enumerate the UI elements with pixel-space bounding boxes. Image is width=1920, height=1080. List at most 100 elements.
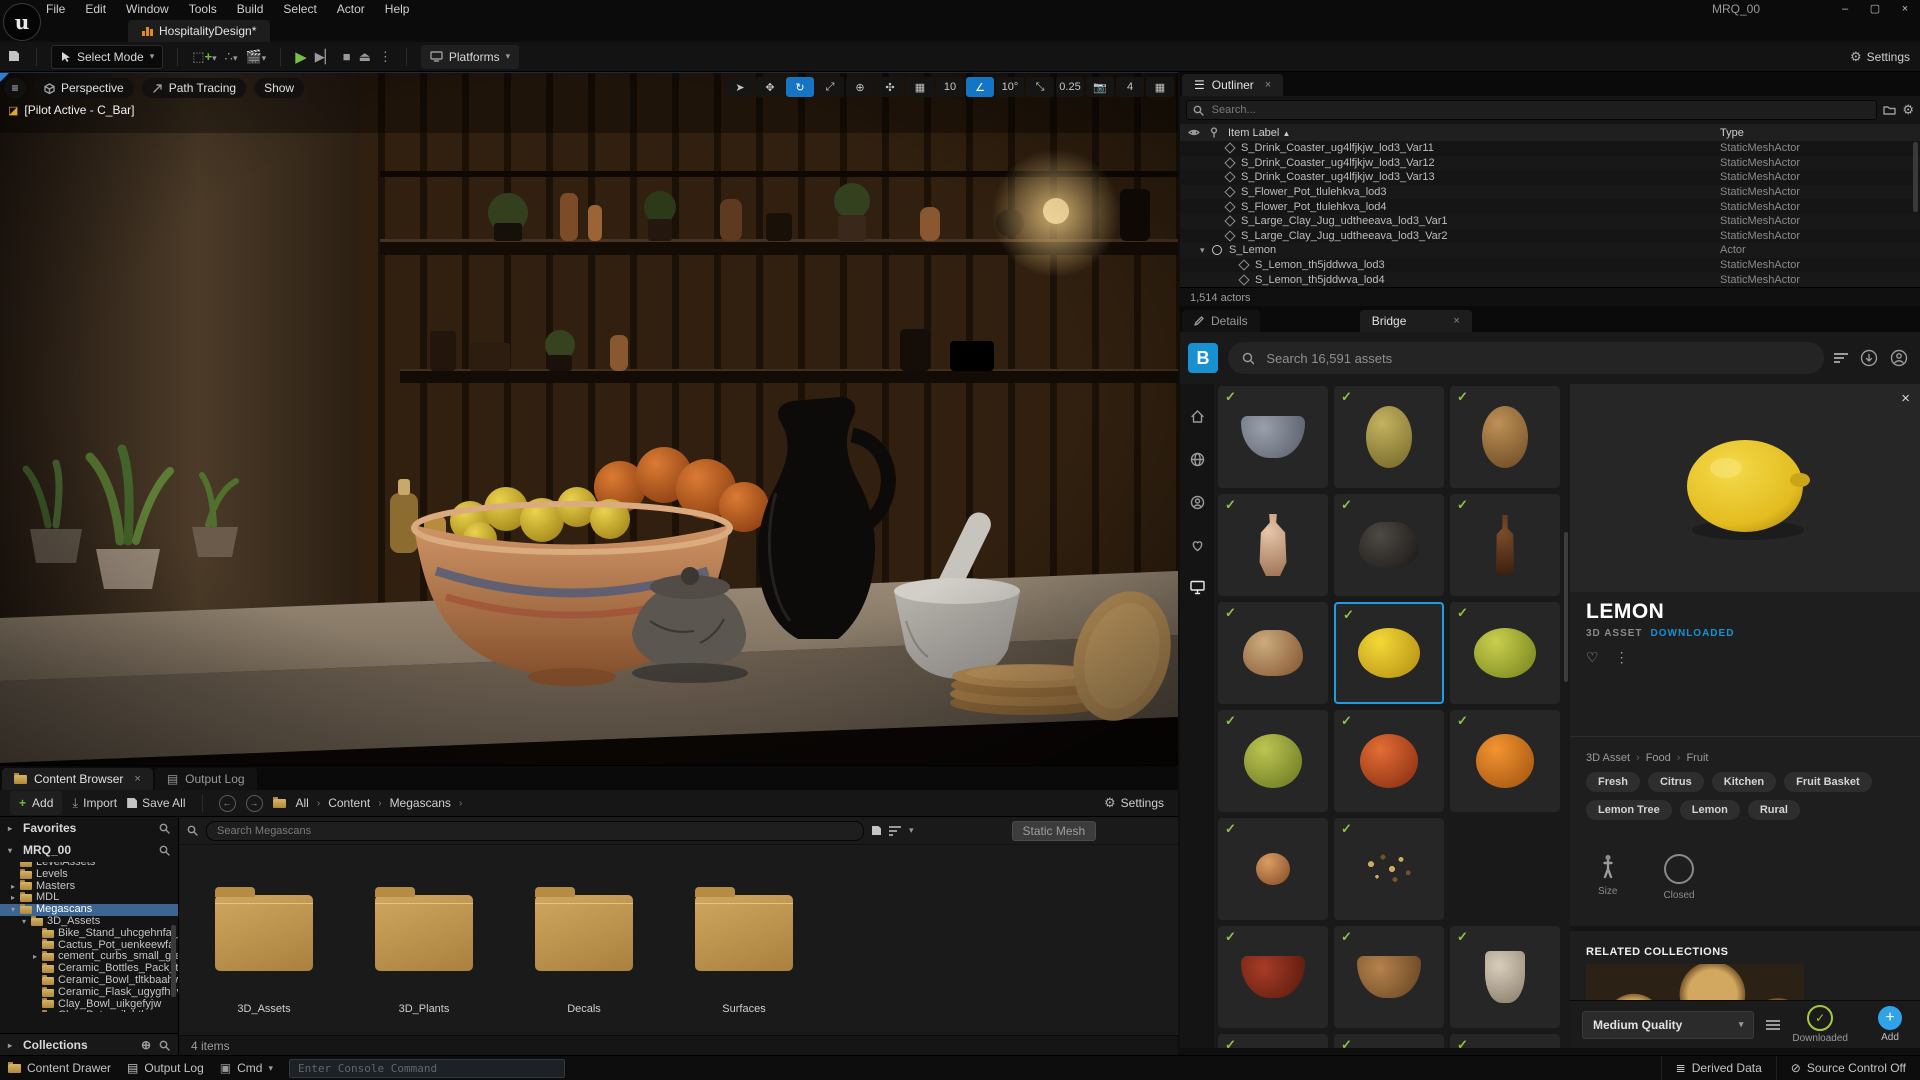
tag-pill[interactable]: Fruit Basket	[1784, 772, 1872, 792]
outliner-row[interactable]: S_Flower_Pot_tlulehkva_lod4 StaticMeshAc…	[1180, 199, 1920, 214]
outliner-row[interactable]: S_Lemon_th5jddwva_lod4 StaticMeshActor	[1180, 272, 1920, 287]
filter-funnel-icon[interactable]	[889, 826, 901, 836]
asset-card[interactable]: ✓	[1334, 818, 1444, 920]
close-button[interactable]: ×	[1890, 0, 1920, 18]
folder-tile[interactable]: Decals	[535, 895, 633, 1036]
favorite-heart-icon[interactable]: ♡	[1586, 649, 1599, 666]
details-tab[interactable]: Details	[1182, 310, 1260, 332]
menu-item[interactable]: Build	[237, 2, 264, 16]
search-icon[interactable]	[159, 1040, 170, 1051]
search-icon[interactable]	[159, 845, 170, 856]
column-item-label[interactable]: Item Label ▲	[1228, 127, 1290, 139]
content-browser-tab[interactable]: Content Browser ×	[2, 768, 153, 790]
add-button[interactable]: +Add	[10, 791, 62, 815]
favorites-heart-icon[interactable]	[1189, 537, 1206, 553]
rotate-tool-icon[interactable]: ↻	[786, 77, 814, 97]
outliner-search[interactable]	[1186, 100, 1877, 120]
tag-pill[interactable]: Kitchen	[1712, 772, 1776, 792]
root-section[interactable]: ▾MRQ_00	[0, 839, 178, 861]
close-preview-icon[interactable]: ×	[1901, 390, 1910, 407]
tree-item[interactable]: LevelAssets	[0, 862, 178, 869]
scale-snap-value[interactable]: 0.25	[1056, 77, 1084, 97]
import-button[interactable]: ⤓Import	[72, 795, 117, 811]
bridge-search[interactable]	[1228, 342, 1824, 374]
toolbar-settings-button[interactable]: ⚙ Settings	[1850, 42, 1910, 72]
asset-card[interactable]: ✓	[1334, 386, 1444, 488]
grid-snap-value[interactable]: 10	[936, 77, 964, 97]
add-asset-button[interactable]: + Add	[1878, 1006, 1902, 1043]
output-log-tab[interactable]: ▤ Output Log	[155, 768, 257, 790]
tree-item[interactable]: ▸ Masters	[0, 881, 178, 893]
move-tool-icon[interactable]: ✥	[756, 77, 784, 97]
asset-card[interactable]: ✓	[1450, 494, 1560, 596]
camera-speed-value[interactable]: 4	[1116, 77, 1144, 97]
viewport-show-button[interactable]: Show	[254, 78, 304, 98]
viewport[interactable]: ≡ Perspective Path Tracing Show ➤ ✥ ↻ ⤢ …	[0, 72, 1178, 766]
asset-card[interactable]: ✓	[1218, 386, 1328, 488]
asset-card[interactable]: ✓	[1334, 602, 1444, 704]
close-icon[interactable]: ×	[1453, 315, 1459, 327]
level-tab[interactable]: HospitalityDesign*	[128, 20, 270, 42]
folder-tile[interactable]: 3D_Assets	[215, 895, 313, 1036]
forward-icon[interactable]: →	[246, 795, 263, 812]
static-mesh-filter-chip[interactable]: Static Mesh	[1012, 821, 1097, 841]
camera-speed-icon[interactable]: 📷	[1086, 77, 1114, 97]
account-icon[interactable]	[1890, 349, 1908, 367]
asset-card[interactable]: ✓	[1450, 926, 1560, 1028]
tree-item[interactable]: ▾ 3D_Assets	[0, 916, 178, 928]
tag-pill[interactable]: Citrus	[1648, 772, 1704, 792]
bridge-tab[interactable]: Bridge ×	[1360, 310, 1472, 332]
save-search-icon[interactable]	[872, 823, 881, 838]
asset-card[interactable]: ✓	[1450, 710, 1560, 812]
asset-card[interactable]: ✓	[1218, 710, 1328, 812]
local-assets-icon[interactable]	[1189, 579, 1206, 595]
outliner-row[interactable]: S_Large_Clay_Jug_udtheeava_lod3_Var1 Sta…	[1180, 214, 1920, 229]
home-icon[interactable]	[1189, 408, 1206, 425]
tag-pill[interactable]: Lemon	[1680, 800, 1740, 820]
quality-dropdown[interactable]: Medium Quality▾	[1582, 1011, 1754, 1039]
asset-card[interactable]: ✓	[1450, 1034, 1560, 1048]
outliner-tab[interactable]: ☰ Outliner ×	[1182, 74, 1283, 96]
outliner-row[interactable]: S_Drink_Coaster_ug4lfjkjw_lod3_Var12 Sta…	[1180, 156, 1920, 171]
eject-button[interactable]: ⏏	[359, 49, 371, 65]
user-icon[interactable]	[1189, 494, 1206, 511]
save-icon[interactable]	[6, 49, 22, 64]
menu-item[interactable]: Select	[283, 2, 316, 16]
menu-item[interactable]: File	[46, 2, 65, 16]
tag-pill[interactable]: Rural	[1748, 800, 1800, 820]
asset-card[interactable]: ✓	[1218, 818, 1328, 920]
derived-data-button[interactable]: ≣ Derived Data	[1676, 1061, 1762, 1075]
source-control-button[interactable]: ⊘ Source Control Off	[1791, 1061, 1906, 1075]
filter-caret-icon[interactable]: ▾	[909, 825, 914, 836]
outliner-row[interactable]: S_Drink_Coaster_ug4lfjkjw_lod3_Var13 Sta…	[1180, 170, 1920, 185]
console-command-input[interactable]	[296, 1061, 558, 1076]
outliner-row[interactable]: S_Large_Clay_Jug_udtheeava_lod3_Var2 Sta…	[1180, 229, 1920, 244]
asset-card[interactable]: ✓	[1334, 494, 1444, 596]
outliner-search-input[interactable]	[1210, 103, 1871, 117]
close-icon[interactable]: ×	[134, 773, 140, 785]
asset-card[interactable]: ✓	[1218, 926, 1328, 1028]
asset-search-input[interactable]	[215, 824, 855, 838]
cmd-dropdown[interactable]: ▣ Cmd▾	[220, 1061, 273, 1075]
tree-item[interactable]: Clay_Pot_ueilahthw	[0, 1010, 178, 1012]
pin-icon[interactable]	[1210, 127, 1218, 138]
cinematics-icon[interactable]: 🎬▾	[245, 49, 266, 65]
asset-card[interactable]: ✓	[1334, 1034, 1444, 1048]
outliner-settings-icon[interactable]: ⚙	[1902, 102, 1914, 118]
angle-snap-icon[interactable]: ∠	[966, 77, 994, 97]
breadcrumb-item[interactable]: Food	[1646, 752, 1671, 764]
viewport-layout-icon[interactable]: ▦	[1146, 77, 1174, 97]
outliner-folder-icon[interactable]	[1883, 104, 1896, 116]
tree-item[interactable]: Bike_Stand_uhcgehnfa_3d	[0, 928, 178, 940]
tag-pill[interactable]: Lemon Tree	[1586, 800, 1672, 820]
visibility-eye-icon[interactable]	[1188, 128, 1200, 137]
tag-pill[interactable]: Fresh	[1586, 772, 1640, 792]
search-icon[interactable]	[159, 823, 170, 834]
back-icon[interactable]: ←	[219, 795, 236, 812]
grid-scrollbar[interactable]	[1564, 532, 1568, 682]
asset-card[interactable]: ✓	[1334, 710, 1444, 812]
add-collection-icon[interactable]: ⊕	[141, 1038, 151, 1052]
column-type[interactable]: Type	[1720, 127, 1744, 139]
asset-card[interactable]: ✓	[1218, 602, 1328, 704]
breadcrumb-item[interactable]: Fruit	[1686, 752, 1708, 764]
